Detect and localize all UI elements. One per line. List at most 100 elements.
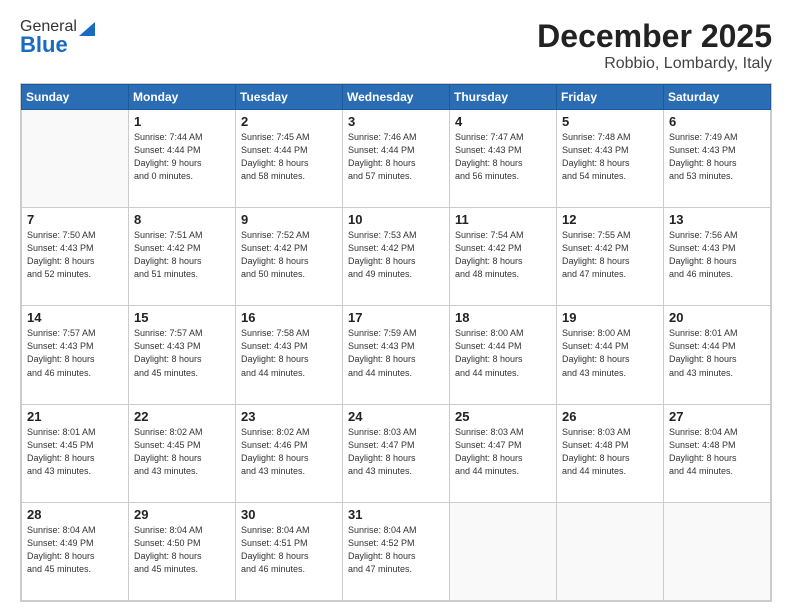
calendar-cell: 4Sunrise: 7:47 AMSunset: 4:43 PMDaylight…: [450, 110, 557, 208]
day-info: Sunrise: 8:01 AMSunset: 4:44 PMDaylight:…: [669, 327, 765, 379]
calendar-cell: 19 Sunrise: 8:00 AMSunset: 4:44 PMDayligh…: [557, 306, 664, 404]
calendar-cell: 13Sunrise: 7:56 AMSunset: 4:43 PMDayligh…: [664, 208, 771, 306]
day-info: Sunrise: 7:50 AMSunset: 4:43 PMDaylight:…: [27, 229, 123, 281]
day-info: Sunrise: 7:44 AMSunset: 4:44 PMDaylight:…: [134, 131, 230, 183]
day-info: Sunrise: 8:04 AMSunset: 4:49 PMDaylight:…: [27, 524, 123, 576]
calendar-week-3: 14Sunrise: 7:57 AMSunset: 4:43 PMDayligh…: [22, 306, 771, 404]
day-info: Sunrise: 7:53 AMSunset: 4:42 PMDaylight:…: [348, 229, 444, 281]
calendar-cell: 8 Sunrise: 7:51 AMSunset: 4:42 PMDaylight…: [129, 208, 236, 306]
calendar-body: 1Sunrise: 7:44 AMSunset: 4:44 PMDaylight…: [22, 110, 771, 601]
calendar-cell: 23 Sunrise: 8:02 AMSunset: 4:46 PMDayligh…: [236, 404, 343, 502]
day-number: 31: [348, 507, 444, 522]
header: General Blue December 2025 Robbio, Lomba…: [20, 18, 772, 73]
day-info: Sunrise: 7:56 AMSunset: 4:43 PMDaylight:…: [669, 229, 765, 281]
day-number: 24: [348, 409, 444, 424]
calendar-cell: 18 Sunrise: 8:00 AMSunset: 4:44 PMDayligh…: [450, 306, 557, 404]
day-number: 25: [455, 409, 551, 424]
day-info: Sunrise: 7:45 AMSunset: 4:44 PMDaylight:…: [241, 131, 337, 183]
day-info: Sunrise: 7:47 AMSunset: 4:43 PMDaylight:…: [455, 131, 551, 183]
day-info: Sunrise: 8:00 AMSunset: 4:44 PMDaylight:…: [455, 327, 551, 379]
day-number: 3: [348, 114, 444, 129]
day-info: Sunrise: 7:55 AMSunset: 4:42 PMDaylight:…: [562, 229, 658, 281]
calendar-cell: 15 Sunrise: 7:57 AMSunset: 4:43 PMDayligh…: [129, 306, 236, 404]
calendar-cell: 9Sunrise: 7:52 AMSunset: 4:42 PMDaylight…: [236, 208, 343, 306]
day-of-week-friday: Friday: [557, 85, 664, 110]
days-of-week-row: SundayMondayTuesdayWednesdayThursdayFrid…: [22, 85, 771, 110]
day-info: Sunrise: 8:00 AMSunset: 4:44 PMDaylight:…: [562, 327, 658, 379]
calendar-cell: 28 Sunrise: 8:04 AMSunset: 4:49 PMDayligh…: [22, 502, 129, 600]
day-number: 30: [241, 507, 337, 522]
day-info: Sunrise: 7:58 AMSunset: 4:43 PMDaylight:…: [241, 327, 337, 379]
day-info: Sunrise: 8:04 AMSunset: 4:51 PMDaylight:…: [241, 524, 337, 576]
day-number: 18: [455, 310, 551, 325]
logo: General Blue: [20, 18, 97, 58]
day-number: 21: [27, 409, 123, 424]
day-number: 2: [241, 114, 337, 129]
calendar-cell: 26Sunrise: 8:03 AMSunset: 4:48 PMDayligh…: [557, 404, 664, 502]
day-info: Sunrise: 7:59 AMSunset: 4:43 PMDaylight:…: [348, 327, 444, 379]
day-info: Sunrise: 7:57 AMSunset: 4:43 PMDaylight:…: [27, 327, 123, 379]
day-number: 17: [348, 310, 444, 325]
day-info: Sunrise: 8:02 AMSunset: 4:45 PMDaylight:…: [134, 426, 230, 478]
day-of-week-tuesday: Tuesday: [236, 85, 343, 110]
day-info: Sunrise: 8:04 AMSunset: 4:48 PMDaylight:…: [669, 426, 765, 478]
calendar-cell: [664, 502, 771, 600]
calendar-cell: 29Sunrise: 8:04 AMSunset: 4:50 PMDayligh…: [129, 502, 236, 600]
day-number: 15: [134, 310, 230, 325]
day-number: 8: [134, 212, 230, 227]
day-number: 26: [562, 409, 658, 424]
day-of-week-wednesday: Wednesday: [343, 85, 450, 110]
day-number: 19: [562, 310, 658, 325]
day-number: 23: [241, 409, 337, 424]
calendar-week-1: 1Sunrise: 7:44 AMSunset: 4:44 PMDaylight…: [22, 110, 771, 208]
page-title: December 2025: [537, 18, 772, 55]
day-info: Sunrise: 7:51 AMSunset: 4:42 PMDaylight:…: [134, 229, 230, 281]
calendar-cell: 30 Sunrise: 8:04 AMSunset: 4:51 PMDayligh…: [236, 502, 343, 600]
day-number: 6: [669, 114, 765, 129]
calendar-cell: [450, 502, 557, 600]
calendar-week-2: 7Sunrise: 7:50 AMSunset: 4:43 PMDaylight…: [22, 208, 771, 306]
day-info: Sunrise: 7:54 AMSunset: 4:42 PMDaylight:…: [455, 229, 551, 281]
day-number: 12: [562, 212, 658, 227]
calendar-cell: 7Sunrise: 7:50 AMSunset: 4:43 PMDaylight…: [22, 208, 129, 306]
day-number: 27: [669, 409, 765, 424]
calendar: SundayMondayTuesdayWednesdayThursdayFrid…: [20, 83, 772, 602]
calendar-table: SundayMondayTuesdayWednesdayThursdayFrid…: [21, 84, 771, 601]
calendar-cell: 10 Sunrise: 7:53 AMSunset: 4:42 PMDayligh…: [343, 208, 450, 306]
calendar-cell: 27 Sunrise: 8:04 AMSunset: 4:48 PMDayligh…: [664, 404, 771, 502]
day-number: 10: [348, 212, 444, 227]
day-number: 11: [455, 212, 551, 227]
day-number: 28: [27, 507, 123, 522]
day-info: Sunrise: 7:52 AMSunset: 4:42 PMDaylight:…: [241, 229, 337, 281]
day-of-week-saturday: Saturday: [664, 85, 771, 110]
calendar-cell: 14Sunrise: 7:57 AMSunset: 4:43 PMDayligh…: [22, 306, 129, 404]
day-number: 20: [669, 310, 765, 325]
day-info: Sunrise: 8:01 AMSunset: 4:45 PMDaylight:…: [27, 426, 123, 478]
day-of-week-monday: Monday: [129, 85, 236, 110]
day-info: Sunrise: 7:57 AMSunset: 4:43 PMDaylight:…: [134, 327, 230, 379]
day-info: Sunrise: 8:03 AMSunset: 4:47 PMDaylight:…: [455, 426, 551, 478]
calendar-cell: 16 Sunrise: 7:58 AMSunset: 4:43 PMDayligh…: [236, 306, 343, 404]
day-number: 29: [134, 507, 230, 522]
calendar-cell: 21 Sunrise: 8:01 AMSunset: 4:45 PMDayligh…: [22, 404, 129, 502]
day-info: Sunrise: 8:02 AMSunset: 4:46 PMDaylight:…: [241, 426, 337, 478]
calendar-cell: 6Sunrise: 7:49 AMSunset: 4:43 PMDaylight…: [664, 110, 771, 208]
calendar-cell: 25 Sunrise: 8:03 AMSunset: 4:47 PMDayligh…: [450, 404, 557, 502]
page: General Blue December 2025 Robbio, Lomba…: [0, 0, 792, 612]
calendar-cell: 17 Sunrise: 7:59 AMSunset: 4:43 PMDayligh…: [343, 306, 450, 404]
day-of-week-sunday: Sunday: [22, 85, 129, 110]
logo-blue-text: Blue: [20, 32, 68, 58]
calendar-cell: 31Sunrise: 8:04 AMSunset: 4:52 PMDayligh…: [343, 502, 450, 600]
calendar-cell: 22 Sunrise: 8:02 AMSunset: 4:45 PMDayligh…: [129, 404, 236, 502]
calendar-cell: 20 Sunrise: 8:01 AMSunset: 4:44 PMDayligh…: [664, 306, 771, 404]
page-subtitle: Robbio, Lombardy, Italy: [537, 55, 772, 73]
day-of-week-thursday: Thursday: [450, 85, 557, 110]
calendar-header: SundayMondayTuesdayWednesdayThursdayFrid…: [22, 85, 771, 110]
calendar-cell: 2 Sunrise: 7:45 AMSunset: 4:44 PMDaylight…: [236, 110, 343, 208]
calendar-cell: 3 Sunrise: 7:46 AMSunset: 4:44 PMDaylight…: [343, 110, 450, 208]
calendar-cell: 12 Sunrise: 7:55 AMSunset: 4:42 PMDayligh…: [557, 208, 664, 306]
logo-triangle-icon: [79, 18, 95, 36]
day-number: 22: [134, 409, 230, 424]
day-number: 16: [241, 310, 337, 325]
day-info: Sunrise: 7:46 AMSunset: 4:44 PMDaylight:…: [348, 131, 444, 183]
